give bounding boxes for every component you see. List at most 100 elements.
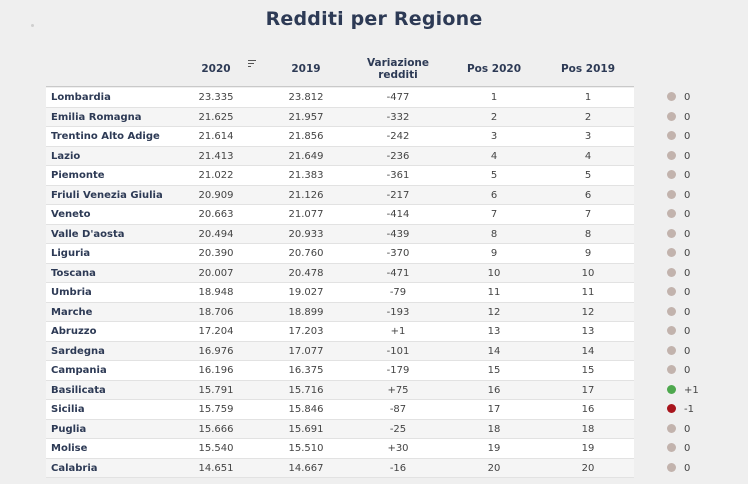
income-2020: 20.663: [198, 209, 234, 220]
income-variation: -236: [386, 150, 410, 162]
region-name: Calabria: [51, 462, 98, 474]
position-change-row: -1: [660, 400, 730, 420]
table-row: Toscana 20.007 20.478 -471 10 10: [46, 263, 634, 283]
income-variation: -242: [386, 131, 410, 142]
trend-dot-icon: [667, 170, 676, 179]
income-variation: +1: [390, 326, 406, 337]
table-row: Abruzzo 17.204 17.203 +1 13 13: [46, 322, 634, 342]
income-variation: -87: [389, 404, 407, 415]
trend-dot-icon: [667, 326, 676, 335]
position-change-value: 0: [684, 92, 691, 103]
income-variation: -370: [386, 248, 410, 259]
position-change-value: 0: [684, 345, 691, 357]
position-change-row: 0: [660, 459, 730, 479]
table-row: Campania 16.196 16.375 -179 15 15: [46, 361, 634, 381]
position-change-row: 0: [660, 186, 730, 206]
trend-dot-icon: [667, 92, 676, 101]
region-name: Sardegna: [51, 345, 105, 357]
position-2019: 11: [581, 287, 595, 298]
income-2019: 15.510: [288, 443, 324, 454]
header-2020[interactable]: 2020: [186, 52, 246, 86]
table-row: Valle D'aosta 20.494 20.933 -439 8 8: [46, 224, 634, 244]
position-2020: 9: [490, 248, 498, 259]
position-change-value: 0: [684, 287, 691, 298]
income-2019: 16.375: [288, 365, 324, 376]
trend-dot-icon: [667, 131, 676, 140]
position-change-row: +1: [660, 381, 730, 401]
income-2019: 23.812: [288, 92, 324, 103]
position-2020: 1: [490, 92, 498, 103]
position-2020: 10: [487, 267, 501, 279]
region-name: Abruzzo: [51, 326, 97, 337]
position-2019: 12: [581, 306, 595, 318]
income-2019: 15.691: [288, 423, 324, 435]
trend-dot-icon: [667, 209, 676, 218]
position-2019: 13: [581, 326, 595, 337]
position-change-value: 0: [684, 306, 691, 318]
position-change-row: 0: [660, 283, 730, 303]
position-change-row: 0: [660, 244, 730, 264]
income-variation: -414: [386, 209, 410, 220]
header-2019[interactable]: 2019: [276, 52, 336, 86]
position-2019: 10: [581, 267, 595, 279]
income-variation: -439: [386, 228, 410, 240]
trend-dot-icon: [667, 287, 676, 296]
income-2020: 17.204: [198, 326, 234, 337]
table-row: Piemonte 21.022 21.383 -361 5 5: [46, 166, 634, 186]
income-2020: 18.706: [198, 306, 234, 318]
trend-dot-icon: [667, 384, 676, 394]
position-2019: 6: [584, 189, 592, 201]
income-2019: 20.933: [288, 228, 324, 240]
header-pos-2020[interactable]: Pos 2020: [454, 52, 534, 86]
income-2019: 17.077: [288, 345, 324, 357]
position-change-value: 0: [684, 365, 691, 376]
position-change-row: 0: [660, 108, 730, 128]
position-2019: 20: [581, 462, 595, 474]
income-2019: 21.957: [288, 111, 324, 123]
trend-dot-icon: [667, 345, 676, 355]
income-2019: 21.856: [288, 131, 324, 142]
income-2020: 21.413: [198, 150, 234, 162]
region-name: Toscana: [51, 267, 96, 279]
header-pos-2019[interactable]: Pos 2019: [548, 52, 628, 86]
sort-icon[interactable]: [248, 60, 256, 68]
table-row: Lazio 21.413 21.649 -236 4 4: [46, 146, 634, 166]
position-2020: 18: [487, 423, 501, 435]
income-2020: 23.335: [198, 92, 234, 103]
position-2019: 7: [584, 209, 592, 220]
position-change-row: 0: [660, 88, 730, 108]
income-variation: -101: [386, 345, 410, 357]
table-header: 2020 2019 Variazione redditi Pos 2020 Po…: [46, 52, 634, 87]
region-name: Lombardia: [51, 92, 111, 103]
income-2019: 18.899: [288, 306, 324, 318]
position-2020: 7: [490, 209, 498, 220]
income-variation: +30: [387, 443, 409, 454]
position-change-value: 0: [684, 111, 691, 123]
header-variazione[interactable]: Variazione redditi: [358, 52, 438, 86]
table-row: Lombardia 23.335 23.812 -477 1 1: [46, 88, 634, 108]
income-variation: -361: [386, 170, 410, 181]
position-change-value: 0: [684, 189, 691, 201]
position-change-row: 0: [660, 361, 730, 381]
table-row: Calabria 14.651 14.667 -16 20 20: [46, 458, 634, 478]
income-2019: 21.383: [288, 170, 324, 181]
decorative-dot: [31, 24, 34, 27]
position-change-value: 0: [684, 423, 691, 435]
income-variation: -16: [389, 462, 407, 474]
table-row: Emilia Romagna 21.625 21.957 -332 2 2: [46, 107, 634, 127]
region-name: Emilia Romagna: [51, 111, 142, 123]
table-row: Marche 18.706 18.899 -193 12 12: [46, 302, 634, 322]
table-row: Friuli Venezia Giulia 20.909 21.126 -217 6 6: [46, 185, 634, 205]
region-name: Marche: [51, 306, 93, 318]
position-change-value: 0: [684, 443, 691, 454]
income-2020: 15.540: [198, 443, 234, 454]
position-2020: 19: [487, 443, 501, 454]
income-variation: -217: [386, 189, 410, 201]
income-2019: 15.846: [288, 404, 324, 415]
trend-dot-icon: [667, 248, 676, 257]
income-2020: 20.909: [198, 189, 234, 201]
region-name: Veneto: [51, 209, 91, 220]
income-2019: 21.649: [288, 150, 324, 162]
region-name: Valle D'aosta: [51, 228, 125, 240]
region-name: Puglia: [51, 423, 87, 435]
